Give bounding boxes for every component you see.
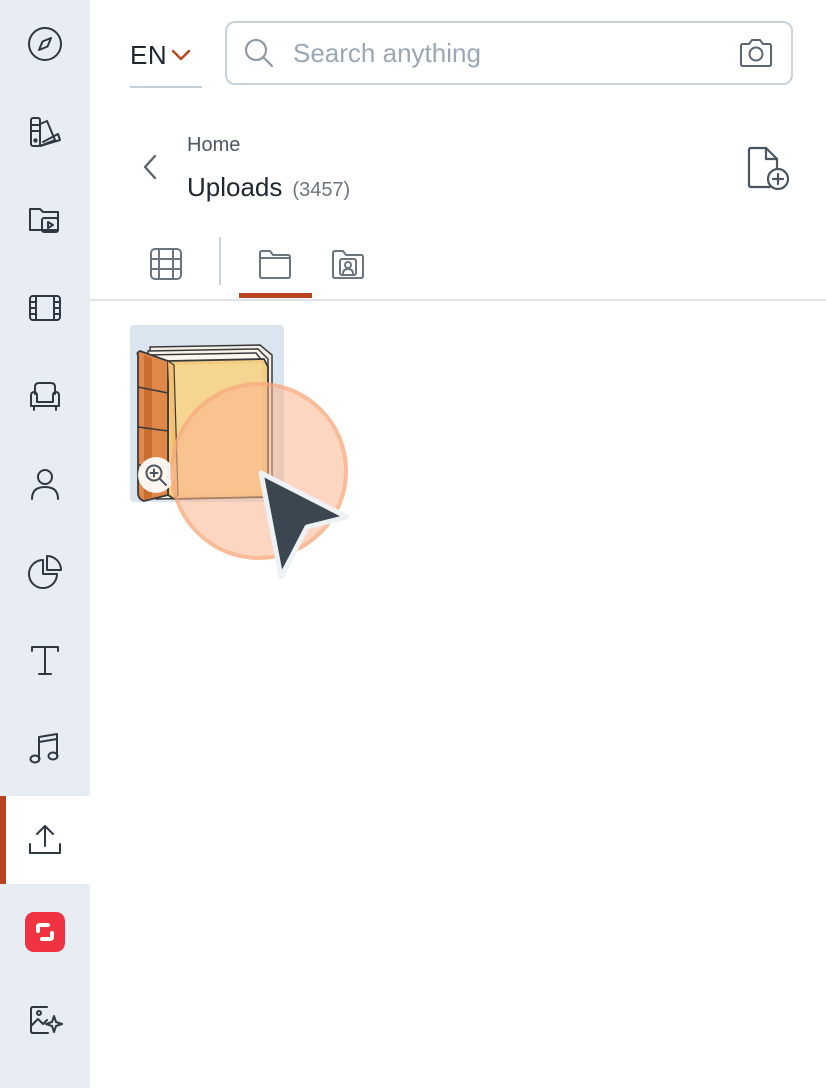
language-selector[interactable]: EN bbox=[130, 24, 202, 88]
zoom-in-button[interactable] bbox=[138, 457, 174, 493]
pie-chart-icon bbox=[28, 555, 62, 589]
sidebar-item-characters[interactable] bbox=[0, 440, 90, 528]
sidebar-item-videos[interactable] bbox=[0, 264, 90, 352]
new-file-button[interactable] bbox=[742, 143, 794, 195]
sidebar-item-charts[interactable] bbox=[0, 528, 90, 616]
brand-logo-icon bbox=[25, 912, 65, 952]
tab-shared-folders[interactable] bbox=[326, 236, 370, 292]
tab-videos[interactable] bbox=[144, 236, 188, 292]
search-bar bbox=[225, 21, 793, 85]
sidebar-item-text[interactable] bbox=[0, 616, 90, 704]
film-grid-icon bbox=[150, 248, 182, 280]
chevron-down-icon bbox=[171, 49, 191, 61]
sidebar-item-templates[interactable] bbox=[0, 88, 90, 176]
zoom-in-icon bbox=[145, 464, 167, 486]
sidebar-item-music[interactable] bbox=[0, 704, 90, 792]
sidebar-item-media-library[interactable] bbox=[0, 176, 90, 264]
sparkle-image-icon bbox=[30, 1006, 63, 1034]
search-icon bbox=[244, 38, 274, 68]
sidebar bbox=[0, 0, 90, 1088]
page-title-row: Uploads (3457) bbox=[187, 172, 350, 203]
search-input[interactable] bbox=[293, 33, 737, 73]
mouse-pointer-icon bbox=[258, 470, 350, 580]
music-note-icon bbox=[29, 733, 59, 764]
app-window: EN Home Uploads (3457) bbox=[0, 0, 826, 1088]
armchair-icon bbox=[30, 382, 60, 411]
breadcrumb-home[interactable]: Home bbox=[187, 134, 240, 157]
file-add-icon bbox=[747, 146, 790, 191]
text-icon bbox=[31, 646, 59, 675]
header-divider bbox=[90, 299, 826, 301]
video-folder-icon bbox=[29, 208, 59, 233]
person-folder-icon bbox=[332, 250, 364, 279]
page-title: Uploads bbox=[187, 172, 283, 202]
camera-icon[interactable] bbox=[737, 34, 775, 72]
item-count: (3457) bbox=[292, 179, 351, 201]
palette-icon bbox=[30, 117, 61, 147]
tab-folders[interactable] bbox=[252, 236, 298, 292]
back-button[interactable] bbox=[134, 148, 168, 186]
sidebar-item-explore[interactable] bbox=[0, 0, 90, 88]
film-icon bbox=[29, 295, 61, 321]
language-label: EN bbox=[130, 39, 168, 70]
upload-icon bbox=[29, 825, 61, 854]
sidebar-item-ai-image[interactable] bbox=[0, 976, 90, 1064]
sidebar-item-elements[interactable] bbox=[0, 352, 90, 440]
active-tab-indicator bbox=[239, 293, 312, 298]
folder-icon bbox=[259, 250, 291, 279]
person-icon bbox=[31, 469, 59, 500]
sidebar-item-upload[interactable] bbox=[0, 796, 90, 884]
chevron-left-icon bbox=[143, 154, 157, 180]
tab-divider bbox=[219, 237, 221, 285]
compass-icon bbox=[28, 27, 62, 61]
sidebar-item-brand-app[interactable] bbox=[0, 888, 90, 976]
